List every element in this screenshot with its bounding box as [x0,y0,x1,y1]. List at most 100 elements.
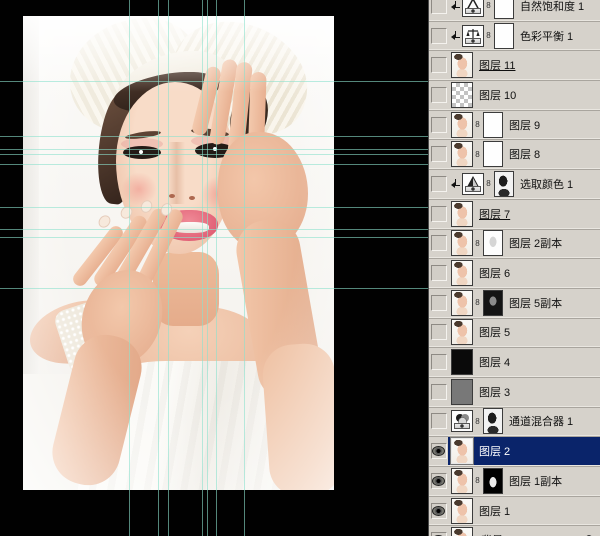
layer-row-body[interactable]: 选取颜色 1 [448,170,600,198]
visibility-toggle[interactable] [429,140,448,168]
layer-row[interactable]: 图层 9 [429,110,600,140]
visibility-toggle[interactable] [429,111,448,139]
visibility-toggle[interactable] [429,51,448,79]
layer-row[interactable]: 图层 7 [429,199,600,229]
mask-thumbnail[interactable] [483,290,503,316]
visibility-toggle[interactable] [429,348,448,376]
horizontal-guide[interactable] [0,229,428,230]
layer-row-body[interactable]: 图层 9 [448,111,600,139]
layer-row[interactable]: 图层 11 [429,50,600,80]
visibility-toggle[interactable] [429,170,448,198]
layer-thumbnail[interactable] [451,112,473,138]
mask-thumbnail[interactable] [494,171,514,197]
layer-thumbnail[interactable] [451,230,473,256]
layer-row[interactable]: 图层 6 [429,258,600,288]
horizontal-guide[interactable] [0,237,428,238]
channel-mixer-adjustment-icon[interactable] [451,410,473,432]
layer-row[interactable]: 背景 [429,525,600,536]
layer-row-body[interactable]: 图层 7 [448,200,600,228]
visibility-toggle[interactable] [429,81,448,109]
layer-row-body[interactable]: 通道混合器 1 [448,408,600,436]
layer-row[interactable]: 图层 5 [429,318,600,348]
layer-row-body[interactable]: 图层 11 [448,51,600,79]
layer-row-body[interactable]: 图层 5副本 [448,289,600,317]
mask-thumbnail[interactable] [483,112,503,138]
layer-row-body[interactable]: 图层 1 [448,497,600,525]
layer-name[interactable]: 图层 5副本 [509,295,562,311]
layer-row-body[interactable]: 图层 5 [448,319,600,347]
layer-name[interactable]: 图层 6 [479,265,510,281]
selective-color-adjustment-icon[interactable] [462,173,484,195]
mask-thumbnail[interactable] [483,468,503,494]
visibility-toggle[interactable] [429,319,448,347]
layer-row[interactable]: 图层 1 [429,496,600,526]
layer-thumbnail[interactable] [451,438,473,464]
layer-name[interactable]: 图层 3 [479,384,510,400]
horizontal-guide[interactable] [0,164,428,165]
layer-thumbnail[interactable] [451,349,473,375]
visibility-toggle[interactable] [429,0,448,20]
layer-name[interactable]: 图层 10 [479,87,516,103]
layer-name[interactable]: 选取颜色 1 [520,176,573,192]
mask-thumbnail[interactable] [494,23,514,49]
layer-row[interactable]: 图层 1副本 [429,466,600,496]
layer-thumbnail[interactable] [451,141,473,167]
visibility-toggle[interactable] [429,467,448,495]
layer-name[interactable]: 图层 1副本 [509,473,562,489]
visibility-toggle[interactable] [429,497,448,525]
layer-name[interactable]: 图层 2副本 [509,235,562,251]
layer-row[interactable]: 色彩平衡 1 [429,21,600,51]
visibility-toggle[interactable] [429,200,448,228]
mask-thumbnail[interactable] [483,408,503,434]
mask-thumbnail[interactable] [483,230,503,256]
layer-row[interactable]: 图层 8 [429,139,600,169]
visibility-toggle[interactable] [429,408,448,436]
layer-thumbnail[interactable] [451,468,473,494]
layer-row-body[interactable]: 图层 1副本 [448,467,600,495]
layer-thumbnail[interactable] [451,379,473,405]
mask-thumbnail[interactable] [483,141,503,167]
visibility-toggle[interactable] [429,259,448,287]
layer-row[interactable]: 图层 2副本 [429,229,600,259]
layer-row-body[interactable]: 自然饱和度 1 [448,0,600,20]
layer-row-body[interactable]: 图层 3 [448,378,600,406]
visibility-toggle[interactable] [429,289,448,317]
layer-row[interactable]: 图层 10 [429,80,600,110]
horizontal-guide[interactable] [0,149,428,150]
horizontal-guide[interactable] [0,136,428,137]
layer-row[interactable]: 图层 5副本 [429,288,600,318]
layer-row-body[interactable]: 图层 2副本 [448,230,600,258]
layer-row[interactable]: 图层 2 [429,436,600,466]
visibility-toggle[interactable] [429,437,448,465]
layer-row[interactable]: 自然饱和度 1 [429,0,600,21]
layer-thumbnail[interactable] [451,290,473,316]
layer-row-body[interactable]: 图层 2 [448,437,600,465]
layer-row-body[interactable]: 色彩平衡 1 [448,22,600,50]
vibrance-adjustment-icon[interactable] [462,0,484,17]
horizontal-guide[interactable] [0,288,428,289]
horizontal-guide[interactable] [0,81,428,82]
layer-name[interactable]: 图层 1 [479,503,510,519]
layer-name[interactable]: 通道混合器 1 [509,413,573,429]
layer-thumbnail[interactable] [451,52,473,78]
color-balance-adjustment-icon[interactable] [462,25,484,47]
layer-thumbnail[interactable] [451,498,473,524]
layer-thumbnail[interactable] [451,82,473,108]
layer-name[interactable]: 图层 4 [479,354,510,370]
layer-thumbnail[interactable] [451,319,473,345]
layer-row-body[interactable]: 背景 [448,526,600,536]
layer-row[interactable]: 图层 3 [429,377,600,407]
horizontal-guide[interactable] [0,154,428,155]
layer-thumbnail[interactable] [451,201,473,227]
mask-thumbnail[interactable] [494,0,514,19]
layer-name[interactable]: 图层 5 [479,324,510,340]
layer-row[interactable]: 通道混合器 1 [429,407,600,437]
visibility-toggle[interactable] [429,378,448,406]
layer-name[interactable]: 自然饱和度 1 [520,0,584,14]
layer-name[interactable]: 图层 8 [509,146,540,162]
layer-name[interactable]: 图层 9 [509,117,540,133]
layer-name[interactable]: 图层 11 [479,57,515,73]
layer-row[interactable]: 图层 4 [429,347,600,377]
layer-thumbnail[interactable] [451,527,473,536]
layer-row[interactable]: 选取颜色 1 [429,169,600,199]
